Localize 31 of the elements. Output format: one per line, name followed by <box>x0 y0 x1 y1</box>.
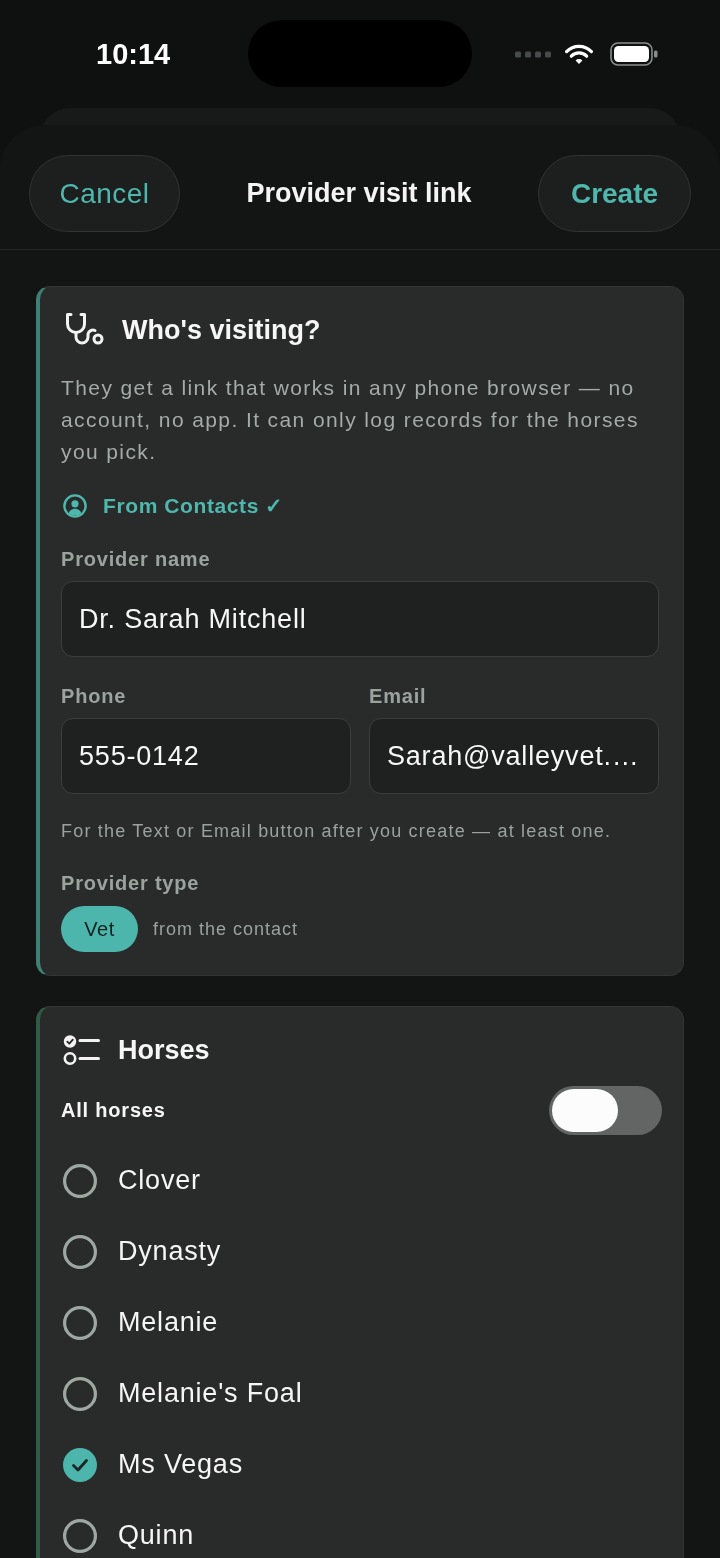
field-label: Email <box>369 684 428 709</box>
email-field[interactable]: Sarah@valleyvet.… <box>369 718 659 794</box>
horse-option[interactable]: Melanie's Foal <box>61 1358 303 1429</box>
phone-field[interactable]: 555-0142 <box>61 718 351 794</box>
person-circle-icon <box>63 494 87 518</box>
all-horses-label: All horses <box>61 1099 166 1122</box>
from-contacts-link[interactable]: From Contacts ✓ <box>61 492 284 520</box>
description-text: They get a link that works in any phone browser — no account, no app. It can only log records for the horses you pick. <box>61 375 640 465</box>
cancel-button[interactable]: Cancel <box>29 155 180 232</box>
field-label: Provider type <box>61 871 201 896</box>
battery-icon <box>610 42 658 66</box>
field-label: Provider name <box>61 547 212 572</box>
horse-option[interactable]: Clover <box>61 1145 201 1216</box>
all-horses-toggle[interactable] <box>549 1086 662 1135</box>
horse-option[interactable]: Quinn <box>61 1500 195 1558</box>
signal-icon <box>515 50 551 58</box>
section-title: Horses <box>118 1034 210 1066</box>
horse-option[interactable]: Ms Vegas <box>61 1429 243 1500</box>
wifi-icon <box>565 43 593 65</box>
field-label: Phone <box>61 684 128 709</box>
hint-text: For the Text or Email button after you create — at least one. <box>61 820 613 843</box>
section-title: Who's visiting? <box>122 314 321 346</box>
create-button[interactable]: Create <box>538 155 691 232</box>
checklist-icon <box>63 1034 101 1066</box>
provider-type-chip[interactable]: Vet <box>61 906 138 952</box>
horse-option[interactable]: Melanie <box>61 1287 219 1358</box>
sheet-title: Provider visit link <box>246 178 472 209</box>
horse-option[interactable]: Dynasty <box>61 1216 222 1287</box>
status-time: 10:14 <box>96 37 171 72</box>
chip-note: from the contact <box>153 918 299 940</box>
provider-name-field[interactable]: Dr. Sarah Mitchell <box>61 581 659 657</box>
